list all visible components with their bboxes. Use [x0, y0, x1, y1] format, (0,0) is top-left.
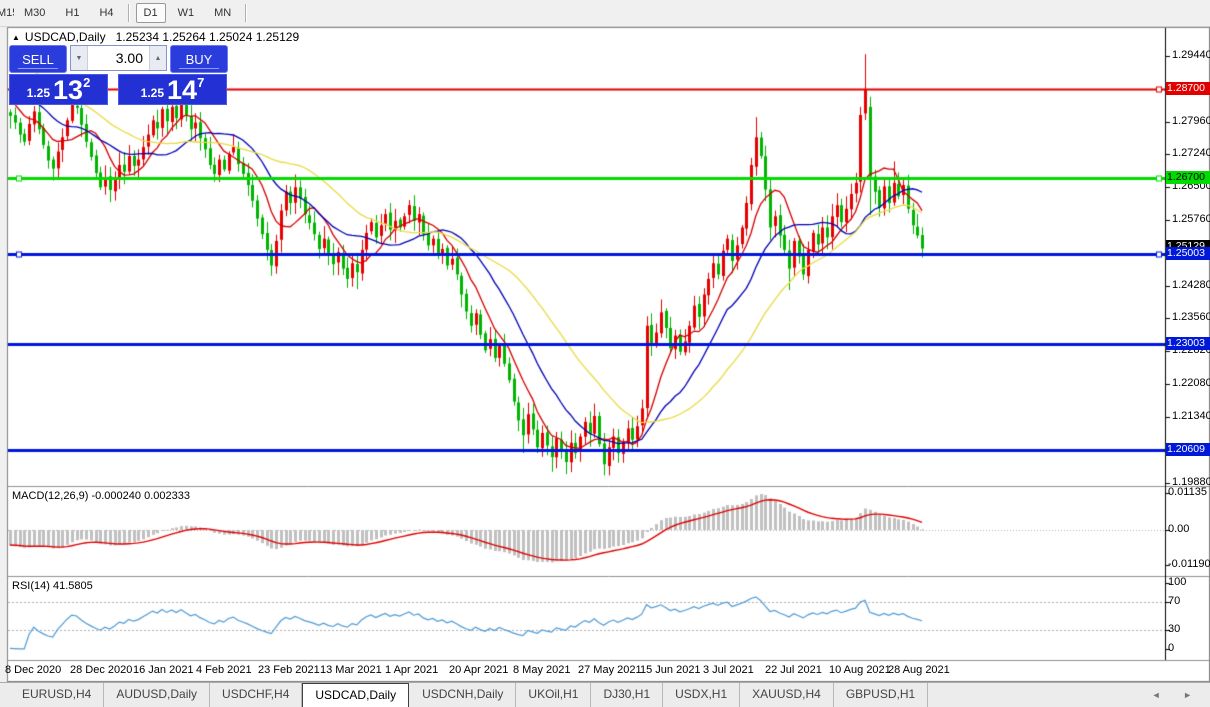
chart-title: ▲ USDCAD,Daily 1.25234 1.25264 1.25024 1.2… [12, 30, 299, 44]
level-line-badge: 1.23003 [1166, 337, 1210, 350]
rsi-axis-tick: 0 [1168, 642, 1175, 654]
resistance-line-badge: 1.28700 [1166, 82, 1210, 95]
mt4-window: M15M30H1H4 D1W1MN ▲ USDCAD,Daily 1.25234 1.… [0, 0, 1210, 707]
volume-input[interactable]: 3.00 [88, 46, 149, 70]
time-axis-label: 8 Dec 2020 [5, 664, 62, 676]
sell-button[interactable]: SELL [9, 45, 67, 73]
price-axis-tick: 1.25760 [1172, 213, 1210, 225]
price-axis-tick: 1.27240 [1172, 147, 1210, 159]
sell-price-pips: 13 [53, 75, 84, 105]
time-axis-label: 27 May 2021 [578, 664, 642, 676]
toolbar-divider [245, 4, 248, 22]
time-axis-label: 15 Jun 2021 [640, 664, 701, 676]
price-axis-tick: 1.29440 [1172, 49, 1210, 61]
time-axis-label: 22 Jul 2021 [765, 664, 822, 676]
sell-price-display[interactable]: 1.25 13 2 [9, 74, 108, 105]
buy-price-figure: 1.25 [140, 86, 165, 100]
timeframe-button-h1[interactable]: H1 [57, 3, 87, 23]
chart-tab-ukoil[interactable]: UKOil,H1 [516, 683, 592, 707]
price-axis-tick: 1.21340 [1172, 410, 1210, 422]
one-click-trading-panel: SELL ▼ 3.00 ▲ BUY 1.25 13 2 1.25 14 7 [9, 45, 228, 105]
time-axis-label: 3 Jul 2021 [703, 664, 754, 676]
sell-price-figure: 1.25 [26, 86, 51, 100]
volume-increase-button[interactable]: ▲ [149, 46, 166, 70]
buy-button[interactable]: BUY [170, 45, 228, 73]
chart-tab-gbpusd[interactable]: GBPUSD,H1 [834, 683, 929, 707]
price-axis-tick: 1.27960 [1172, 115, 1210, 127]
timeframe-button-w1[interactable]: W1 [170, 3, 203, 23]
price-chart-canvas[interactable] [0, 26, 1210, 682]
volume-spinner: ▼ 3.00 ▲ [70, 45, 167, 71]
rsi-label: RSI(14) 41.5805 [12, 580, 93, 592]
time-axis-label: 10 Aug 2021 [829, 664, 891, 676]
time-axis-label: 20 Apr 2021 [449, 664, 509, 676]
tabbar-spacer [0, 683, 10, 707]
chart-tab-audusd[interactable]: AUDUSD,Daily [104, 683, 211, 707]
timeframe-button-d1[interactable]: D1 [135, 3, 166, 23]
chart-tab-eurusd[interactable]: EURUSD,H4 [10, 683, 105, 707]
buy-button-label: BUY [185, 51, 213, 67]
chart-tabbar: EURUSD,H4 AUDUSD,Daily USDCHF,H4 USDCAD,Dai… [0, 682, 1210, 707]
chart-tab-usdcad[interactable]: USDCAD,Daily [302, 683, 410, 707]
buy-price-display[interactable]: 1.25 14 7 [118, 74, 227, 105]
price-axis-tick: 1.23560 [1172, 311, 1210, 323]
price-axis-tick: 1.22080 [1172, 377, 1210, 389]
macd-axis-tick: -0.01190 [1168, 558, 1210, 570]
time-axis-label: 28 Aug 2021 [888, 664, 950, 676]
timeframe-button-clipped[interactable]: M15 [0, 3, 14, 23]
buy-price-pips: 14 [167, 75, 198, 105]
rsi-axis-tick: 30 [1168, 623, 1181, 635]
toolbar-divider [127, 4, 130, 22]
time-axis-label: 16 Jan 2021 [133, 664, 194, 676]
rsi-axis-tick: 70 [1168, 595, 1181, 607]
timeframe-toolbar: M15M30H1H4 D1W1MN [0, 0, 1210, 27]
sell-button-label: SELL [22, 51, 54, 67]
chart-tab-usdchf[interactable]: USDCHF,H4 [210, 683, 303, 707]
macd-axis-tick: 0.01135 [1168, 486, 1207, 498]
time-axis-label: 1 Apr 2021 [385, 664, 439, 676]
collapse-triangle-icon[interactable]: ▲ [12, 33, 20, 42]
timeframe-button-h4[interactable]: H4 [91, 3, 121, 23]
timeframe-button-m30[interactable]: M30 [16, 3, 53, 23]
support-line-badge: 1.26700 [1166, 171, 1210, 184]
macd-axis-tick: 0.00 [1168, 523, 1190, 535]
level-line-badge: 1.20609 [1166, 443, 1210, 456]
time-axis-label: 4 Feb 2021 [196, 664, 252, 676]
chart-title-symbol: USDCAD,Daily [24, 30, 106, 44]
sell-price-point: 2 [83, 75, 91, 90]
chart-tab-usdcnh[interactable]: USDCNH,Daily [410, 683, 517, 707]
tabbar-scroll-arrows[interactable]: ◄ ► [1152, 690, 1202, 700]
volume-decrease-button[interactable]: ▼ [71, 46, 88, 70]
time-axis-label: 28 Dec 2020 [70, 664, 133, 676]
chart-tab-usdx[interactable]: USDX,H1 [663, 683, 741, 707]
price-axis-tick: 1.24280 [1172, 279, 1210, 291]
rsi-axis-tick: 100 [1168, 576, 1187, 588]
macd-label: MACD(12,26,9) -0.000240 0.002333 [12, 490, 190, 502]
time-axis-label: 8 May 2021 [513, 664, 571, 676]
chart-title-ohlc: 1.25234 1.25264 1.25024 1.25129 [115, 30, 300, 44]
chart-tab-dj30[interactable]: DJ30,H1 [591, 683, 664, 707]
buy-price-point: 7 [197, 75, 205, 90]
timeframe-button-m15[interactable]: M15 [0, 3, 14, 23]
timeframe-button-mn[interactable]: MN [206, 3, 239, 23]
time-axis-label: 23 Feb 2021 [258, 664, 320, 676]
level-line-badge: 1.25003 [1166, 247, 1210, 260]
time-axis-label: 13 Mar 2021 [320, 664, 382, 676]
chart-tab-xauusd[interactable]: XAUUSD,H4 [740, 683, 834, 707]
